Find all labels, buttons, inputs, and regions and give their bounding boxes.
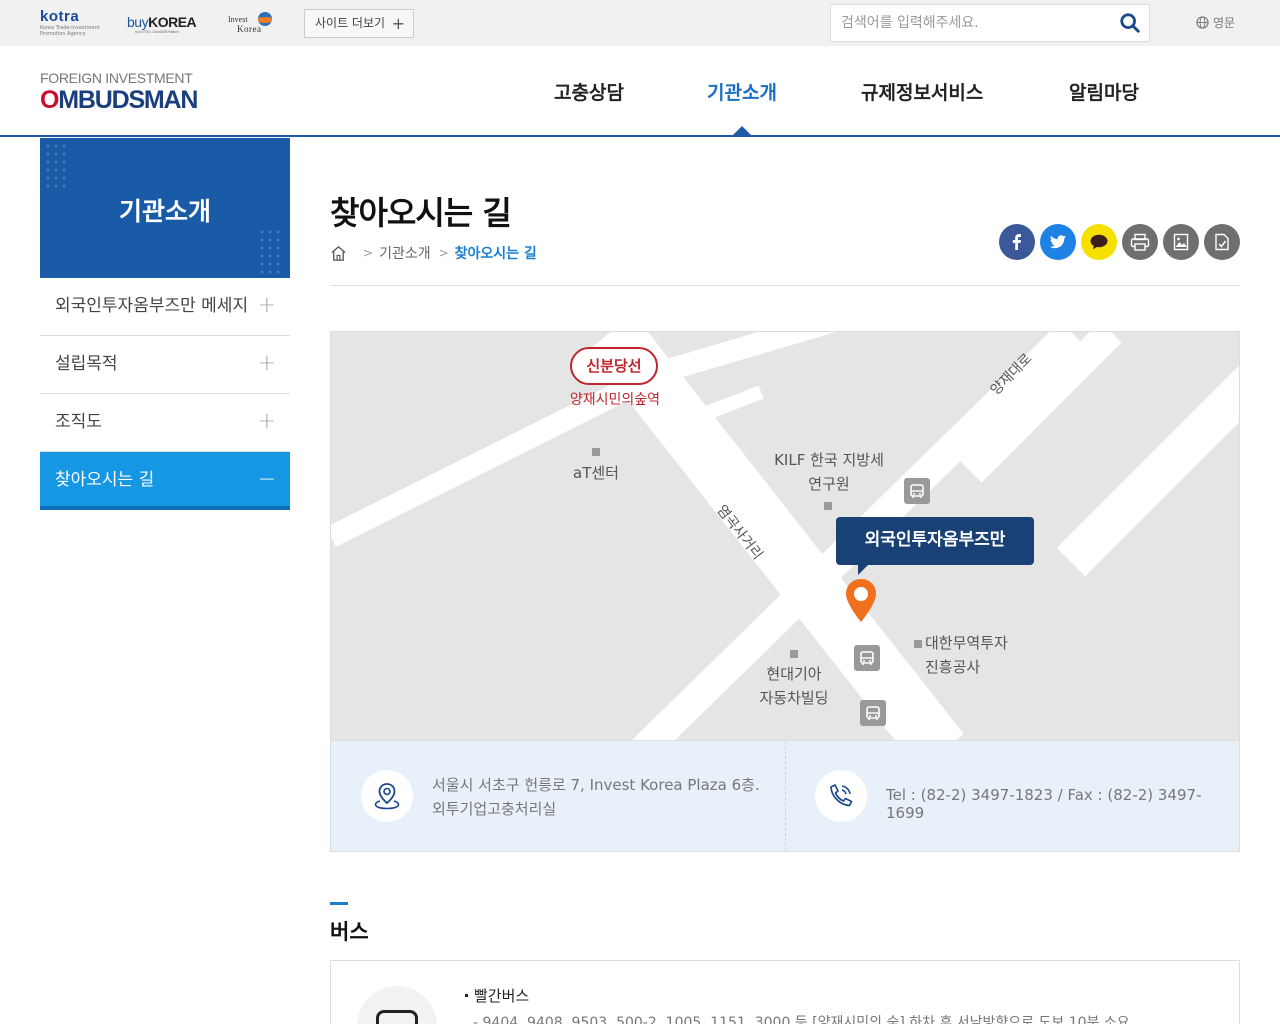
landmark-marker xyxy=(790,650,798,658)
ombudsman-logo[interactable]: FOREIGN INVESTMENT OMBUDSMAN xyxy=(40,70,198,114)
lnb-title: 기관소개 xyxy=(118,197,211,226)
decor-dots xyxy=(258,228,282,278)
location-map[interactable]: 신분당선 양재시민의숲역 aT센터 KILF 한국 지방세 연구원 현대기아 자… xyxy=(330,331,1240,741)
save-document-button[interactable] xyxy=(1204,224,1240,260)
bus-stop-icon xyxy=(860,700,886,726)
search-icon[interactable] xyxy=(1119,12,1141,34)
facebook-share-button[interactable] xyxy=(999,224,1035,260)
landmark-marker xyxy=(914,640,922,648)
bus-stop-icon xyxy=(904,478,930,504)
globe-icon xyxy=(1196,16,1209,29)
document-icon xyxy=(1215,233,1229,251)
facebook-icon xyxy=(1012,234,1021,250)
twitter-share-button[interactable] xyxy=(1040,224,1076,260)
home-icon[interactable] xyxy=(330,245,347,262)
main-header: FOREIGN INVESTMENT OMBUDSMAN 고충상담 기관소개 규… xyxy=(0,46,1280,137)
investkorea-logo[interactable]: Invest Korea xyxy=(228,12,274,36)
search-box xyxy=(830,4,1150,42)
buykorea-logo[interactable]: buyKOREA by KOTRA · Global B2B Platform xyxy=(127,14,197,34)
phone-icon-circle xyxy=(815,770,867,822)
section-accent-bar xyxy=(330,902,348,905)
expand-icon: + xyxy=(257,409,276,434)
chevron-right-icon: > xyxy=(438,246,449,260)
bus-icon xyxy=(376,1010,418,1024)
address-text: 서울시 서초구 헌릉로 7, Invest Korea Plaza 6층. 외투… xyxy=(432,776,760,818)
print-button[interactable] xyxy=(1122,224,1158,260)
subway-line-badge: 신분당선 xyxy=(570,347,658,385)
address-icon-circle xyxy=(361,770,413,822)
expand-icon: + xyxy=(257,351,276,376)
landmark-marker xyxy=(592,448,600,456)
landmark-kotra: 대한무역투자 진흥공사 xyxy=(925,634,1008,676)
lnb-item-message[interactable]: 외국인투자옴부즈만 메세지 + xyxy=(40,278,290,336)
nav-notice[interactable]: 알림마당 xyxy=(1069,78,1139,105)
plus-icon: + xyxy=(391,14,405,33)
save-image-button[interactable] xyxy=(1163,224,1199,260)
investkorea-globe-icon xyxy=(258,12,272,26)
decor-dots xyxy=(44,142,68,192)
bus-type-label: 빨간버스 xyxy=(465,985,529,1006)
location-pin-icon xyxy=(846,579,876,622)
subway-station-label: 양재시민의숲역 xyxy=(569,392,661,408)
expand-icon: + xyxy=(257,293,276,318)
site-more-button[interactable]: 사이트 더보기 + xyxy=(304,9,414,38)
tel-fax-text: Tel : (82-2) 3497-1823 / Fax : (82-2) 34… xyxy=(886,786,1202,822)
print-icon xyxy=(1130,233,1150,251)
breadcrumb: > 기관소개 > 찾아오시는 길 xyxy=(330,243,537,263)
chevron-right-icon: > xyxy=(363,246,374,260)
location-icon xyxy=(374,783,400,810)
nav-active-indicator xyxy=(733,126,751,135)
title-divider xyxy=(330,285,1240,286)
collapse-icon: − xyxy=(257,467,276,492)
kakao-icon xyxy=(1090,234,1108,250)
phone-icon xyxy=(830,784,853,807)
lnb-item-purpose[interactable]: 설립목적 + xyxy=(40,336,290,394)
search-input[interactable] xyxy=(841,13,1111,33)
lnb-item-organization[interactable]: 조직도 + xyxy=(40,394,290,452)
top-utility-bar: kotra Korea Trade-Investment Promotion A… xyxy=(0,0,1280,46)
landmark-at-center: aT센터 xyxy=(573,464,619,482)
bus-info-box: 빨간버스 - 9404, 9408, 9503, 500-2, 1005, 11… xyxy=(330,960,1240,1024)
breadcrumb-item[interactable]: 기관소개 xyxy=(379,243,431,263)
landmark-kilf: KILF 한국 지방세 연구원 xyxy=(774,451,884,493)
bus-section-title: 버스 xyxy=(330,920,369,944)
location-callout: 외국인투자옴부즈만 xyxy=(836,517,1034,575)
nav-about[interactable]: 기관소개 xyxy=(707,78,777,105)
kakao-share-button[interactable] xyxy=(1081,224,1117,260)
nav-complaint[interactable]: 고충상담 xyxy=(554,78,624,105)
bus-stop-icon xyxy=(854,645,880,671)
bus-route-detail: - 9404, 9408, 9503, 500-2, 1005, 1151, 3… xyxy=(473,1015,1130,1024)
breadcrumb-current: 찾아오시는 길 xyxy=(454,246,537,262)
twitter-icon xyxy=(1049,235,1066,249)
kotra-logo[interactable]: kotra Korea Trade-Investment Promotion A… xyxy=(40,8,112,38)
bus-icon-circle xyxy=(357,986,437,1024)
lnb-item-directions[interactable]: 찾아오시는 길 − xyxy=(40,452,290,510)
landmark-hyundai-kia: 현대기아 자동차빌딩 xyxy=(759,665,829,707)
contact-info: 서울시 서초구 헌릉로 7, Invest Korea Plaza 6층. 외투… xyxy=(330,741,1240,852)
nav-regulation-info[interactable]: 규제정보서비스 xyxy=(861,78,983,105)
lnb-header: 기관소개 xyxy=(40,138,290,278)
image-icon xyxy=(1173,233,1189,251)
info-divider xyxy=(785,741,786,851)
landmark-marker xyxy=(824,502,832,510)
page-title: 찾아오시는 길 xyxy=(330,194,512,232)
language-link[interactable]: 영문 xyxy=(1196,14,1235,31)
